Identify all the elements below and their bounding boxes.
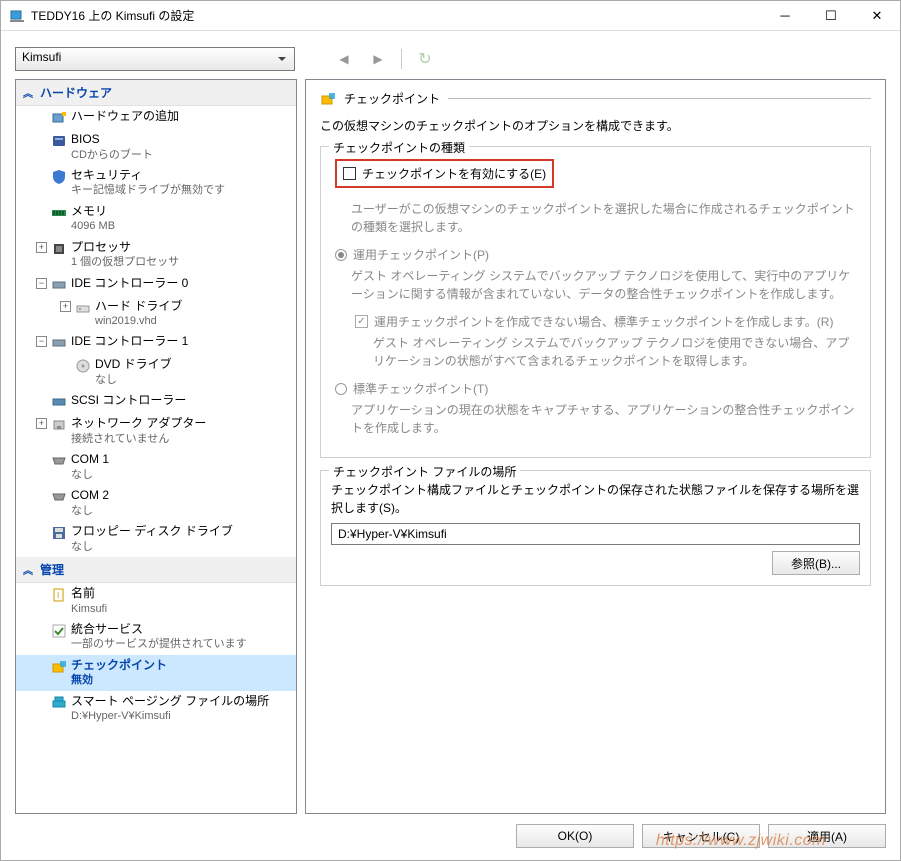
chevron-up-icon: ︽ [22,87,34,99]
fallback-label: 運用チェックポイントを作成できない場合、標準チェックポイントを作成します。(R) [374,313,833,330]
tree-floppy[interactable]: フロッピー ディスク ドライブなし [16,521,296,557]
tree-bios[interactable]: BIOSCDからのブート [16,129,296,165]
com-icon [51,489,67,505]
expand-icon[interactable]: + [60,301,71,312]
cancel-button[interactable]: キャンセル(C) [642,824,760,848]
content: Kimsufi ◀ ▶ ↻ ︽ ハードウェア ハードウェアの追加 [1,31,900,860]
apply-button[interactable]: 適用(A) [768,824,886,848]
standard-radio-row: 標準チェックポイント(T) [335,380,860,397]
tree-add-hardware[interactable]: ハードウェアの追加 [16,106,296,129]
scsi-icon [51,394,67,410]
checkpoint-icon [320,91,336,107]
tree-com1[interactable]: COM 1なし [16,449,296,485]
checkpoint-type-group: チェックポイントの種類 チェックポイントを有効にする(E) ユーザーがこの仮想マ… [320,146,871,458]
close-button[interactable]: ✕ [854,1,900,30]
production-radio-label: 運用チェックポイント(P) [353,246,489,263]
svg-text:I: I [57,591,59,600]
nav-back-button[interactable]: ◀ [333,48,355,70]
name-icon: I [51,587,67,603]
minimize-button[interactable]: ─ [762,1,808,30]
production-radio [335,249,347,261]
nav-forward-button[interactable]: ▶ [367,48,389,70]
production-radio-row: 運用チェックポイント(P) [335,246,860,263]
integration-icon [51,623,67,639]
dvd-icon [75,358,91,374]
detail-description: この仮想マシンのチェックポイントのオプションを構成できます。 [320,117,871,134]
divider [448,98,871,99]
tree-scsi[interactable]: SCSI コントローラー [16,390,296,413]
management-section[interactable]: ︽ 管理 [16,557,296,583]
checkpoint-path-input[interactable] [331,523,860,545]
toolbar-divider [401,49,402,69]
hardware-section[interactable]: ︽ ハードウェア [16,80,296,106]
hdd-icon [75,300,91,316]
window-title: TEDDY16 上の Kimsufi の設定 [31,7,762,24]
dialog-footer: OK(O) キャンセル(C) 適用(A) https://www.zjwiki.… [15,814,886,848]
location-desc: チェックポイント構成ファイルとチェックポイントの保存された状態ファイルを保存する… [331,481,860,517]
window-controls: ─ ☐ ✕ [762,1,900,30]
group-label: チェックポイント ファイルの場所 [329,463,520,480]
processor-icon [51,241,67,257]
tree-ide1[interactable]: − IDE コントローラー 1 [16,331,296,354]
tree-paging[interactable]: スマート ページング ファイルの場所D:¥Hyper-V¥Kimsufi [16,691,296,727]
app-icon [9,8,25,24]
tree-integration[interactable]: 統合サービス一部のサービスが提供されています [16,619,296,655]
expand-icon[interactable]: + [36,242,47,253]
add-hardware-icon [51,110,67,126]
refresh-button[interactable]: ↻ [414,48,436,70]
controller-icon [51,277,67,293]
vm-dropdown-value: Kimsufi [22,50,61,64]
com-icon [51,453,67,469]
section-label: ハードウェア [40,84,112,101]
fallback-row: 運用チェックポイントを作成できない場合、標準チェックポイントを作成します。(R) [355,313,860,330]
ok-button[interactable]: OK(O) [516,824,634,848]
tree-ide0[interactable]: − IDE コントローラー 0 [16,273,296,296]
tree-harddrive[interactable]: + ハード ドライブwin2019.vhd [16,296,296,332]
standard-desc: アプリケーションの現在の状態をキャプチャする、アプリケーションの整合性チェックポ… [351,401,860,437]
maximize-button[interactable]: ☐ [808,1,854,30]
checkpoint-location-group: チェックポイント ファイルの場所 チェックポイント構成ファイルとチェックポイント… [320,470,871,586]
vm-dropdown[interactable]: Kimsufi [15,47,295,71]
floppy-icon [51,525,67,541]
nic-icon [51,417,67,433]
paging-icon [51,695,67,711]
checkpoint-icon [51,659,67,675]
tree-memory[interactable]: メモリ4096 MB [16,201,296,237]
fallback-checkbox [355,315,368,328]
tree-name[interactable]: I 名前Kimsufi [16,583,296,619]
production-desc: ゲスト オペレーティング システムでバックアップ テクノロジを使用して、実行中の… [351,267,860,303]
detail-panel: チェックポイント この仮想マシンのチェックポイントのオプションを構成できます。 … [305,79,886,814]
guest-desc: ゲスト オペレーティング システムでバックアップ テクノロジを使用できない場合、… [373,334,860,370]
tree-processor[interactable]: + プロセッサ1 個の仮想プロセッサ [16,237,296,273]
tree-security[interactable]: セキュリティキー記憶域ドライブが無効です [16,165,296,201]
memory-icon [51,205,67,221]
settings-window: TEDDY16 上の Kimsufi の設定 ─ ☐ ✕ Kimsufi ◀ ▶… [0,0,901,861]
enable-checkpoint-label: チェックポイントを有効にする(E) [362,165,546,182]
collapse-icon[interactable]: − [36,278,47,289]
detail-title: チェックポイント [344,90,440,107]
collapse-icon[interactable]: − [36,336,47,347]
titlebar: TEDDY16 上の Kimsufi の設定 ─ ☐ ✕ [1,1,900,31]
toolbar: Kimsufi ◀ ▶ ↻ [15,47,886,71]
enable-checkpoint-checkbox[interactable] [343,167,356,180]
expand-icon[interactable]: + [36,418,47,429]
tree-nic[interactable]: + ネットワーク アダプター接続されていません [16,413,296,449]
tree-checkpoint[interactable]: チェックポイント無効 [16,655,296,691]
bios-icon [51,133,67,149]
browse-button[interactable]: 参照(B)... [772,551,860,575]
enable-checkpoint-row: チェックポイントを有効にする(E) [335,159,554,188]
controller-icon [51,335,67,351]
tree-dvd[interactable]: DVD ドライブなし [16,354,296,390]
section-label: 管理 [40,561,64,578]
chevron-up-icon: ︽ [22,563,34,575]
body: ︽ ハードウェア ハードウェアの追加 BIOSCDからのブート セキュリテ [15,79,886,814]
standard-radio [335,383,347,395]
settings-tree[interactable]: ︽ ハードウェア ハードウェアの追加 BIOSCDからのブート セキュリテ [15,79,297,814]
shield-icon [51,169,67,185]
standard-radio-label: 標準チェックポイント(T) [353,380,488,397]
tree-com2[interactable]: COM 2なし [16,485,296,521]
type-desc: ユーザーがこの仮想マシンのチェックポイントを選択した場合に作成されるチェックポイ… [351,200,860,236]
group-label: チェックポイントの種類 [329,139,469,156]
